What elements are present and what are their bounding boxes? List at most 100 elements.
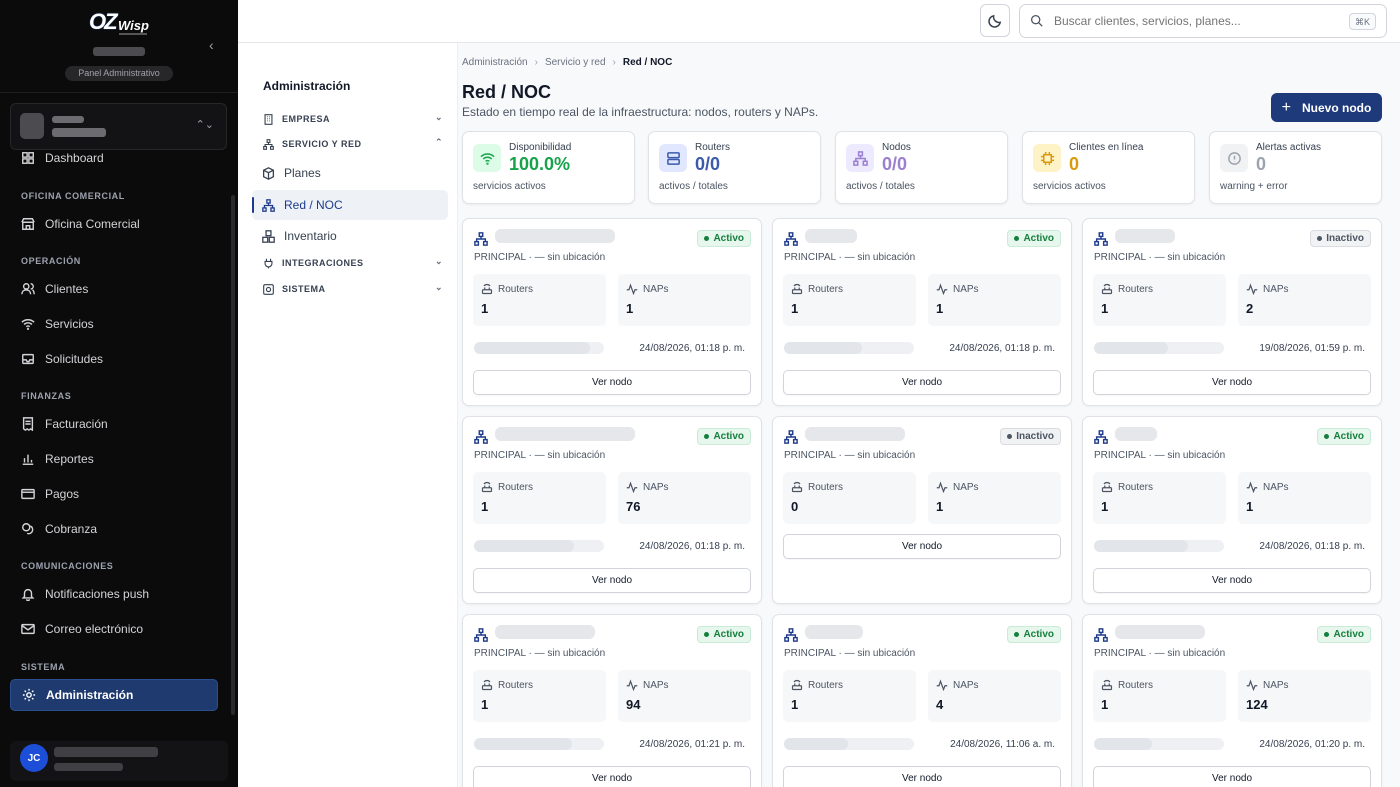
view-node-button[interactable]: Ver nodo <box>783 766 1061 787</box>
sidebar-item-correo[interactable]: Correo electrónico <box>10 613 218 645</box>
naps-count: 76 <box>626 499 641 514</box>
chevron-updown-icon: ⌃⌄ <box>195 119 214 131</box>
network-icon <box>784 628 798 642</box>
node-location: PRINCIPAL · — sin ubicación <box>1094 648 1226 659</box>
bar-chart-icon <box>21 452 35 466</box>
node-name-redacted <box>495 625 595 639</box>
node-location: PRINCIPAL · — sin ubicación <box>474 252 606 263</box>
org-avatar <box>20 113 44 139</box>
breadcrumb-item[interactable]: Servicio y red <box>545 57 606 68</box>
admin-subnav: Administración EMPRESA ⌄ SERVICIO Y RED … <box>238 43 458 787</box>
sidebar-scrollbar[interactable] <box>231 195 235 715</box>
activity-icon <box>936 283 948 295</box>
node-location: PRINCIPAL · — sin ubicación <box>474 648 606 659</box>
node-card: Inactivo PRINCIPAL · — sin ubicación Rou… <box>772 416 1072 604</box>
node-card: Activo PRINCIPAL · — sin ubicación Route… <box>772 218 1072 406</box>
node-card: Activo PRINCIPAL · — sin ubicación Route… <box>1082 416 1382 604</box>
subnav-group-servicio-red[interactable]: SERVICIO Y RED ⌃ <box>263 136 443 152</box>
stat-card: Nodos 0/0 activos / totales <box>835 131 1008 204</box>
sidebar-item-servicios[interactable]: Servicios <box>10 308 218 340</box>
node-location: PRINCIPAL · — sin ubicación <box>784 450 916 461</box>
naps-count: 94 <box>626 697 641 712</box>
status-badge: Activo <box>697 626 751 643</box>
sidebar-item-oficina[interactable]: Oficina Comercial <box>10 208 218 240</box>
view-node-button[interactable]: Ver nodo <box>473 568 751 593</box>
sidebar-item-push[interactable]: Notificaciones push <box>10 578 218 610</box>
network-icon <box>474 232 488 246</box>
sidebar-item-cobranza[interactable]: Cobranza <box>10 513 218 545</box>
node-name-redacted <box>1115 229 1175 243</box>
search-input[interactable] <box>1054 12 1334 30</box>
status-badge: Activo <box>697 230 751 247</box>
building-icon <box>263 113 275 125</box>
subnav-group-sistema[interactable]: SISTEMA ⌄ <box>263 281 443 297</box>
shortcut-hint: ⌘K <box>1348 13 1376 30</box>
sidebar-item-dashboard[interactable]: Dashboard <box>10 142 218 174</box>
new-node-button[interactable]: + Nuevo nodo <box>1271 93 1382 122</box>
view-node-button[interactable]: Ver nodo <box>1093 568 1371 593</box>
wifi-icon <box>473 144 501 172</box>
sidebar-item-administracion[interactable]: Administración <box>10 679 218 711</box>
view-node-button[interactable]: Ver nodo <box>1093 766 1371 787</box>
network-icon <box>474 628 488 642</box>
routers-count: 1 <box>1101 499 1109 514</box>
view-node-button[interactable]: Ver nodo <box>783 370 1061 395</box>
view-node-button[interactable]: Ver nodo <box>473 766 751 787</box>
view-node-button[interactable]: Ver nodo <box>783 534 1061 559</box>
users-icon <box>21 282 35 296</box>
view-node-button[interactable]: Ver nodo <box>1093 370 1371 395</box>
bell-icon <box>21 587 35 601</box>
node-name-redacted <box>495 427 635 441</box>
network-icon <box>262 198 276 212</box>
naps-metric: NAPs 1 <box>928 472 1061 524</box>
naps-count: 1 <box>1246 499 1254 514</box>
routers-metric: Routers 1 <box>783 274 916 326</box>
collapse-sidebar-icon[interactable]: ‹ <box>209 37 223 53</box>
network-icon <box>474 430 488 444</box>
brand-subtitle-redacted <box>93 47 145 56</box>
stat-footnote: servicios activos <box>473 181 546 192</box>
activity-icon <box>1246 481 1258 493</box>
section-comunicaciones: COMUNICACIONES <box>21 561 114 571</box>
view-node-button[interactable]: Ver nodo <box>473 370 751 395</box>
server-icon <box>659 144 687 172</box>
subnav-item-inventario[interactable]: Inventario <box>252 221 448 251</box>
sidebar-item-facturacion[interactable]: Facturación <box>10 408 218 440</box>
router-icon <box>1101 481 1113 493</box>
breadcrumb-current: Red / NOC <box>622 57 673 68</box>
main-content: Administración › Servicio y red › Red / … <box>458 43 1400 787</box>
theme-toggle-button[interactable] <box>980 4 1010 37</box>
breadcrumb-item[interactable]: Administración <box>462 57 528 68</box>
node-info-redacted <box>784 738 914 750</box>
topbar: ⌘K <box>238 0 1400 43</box>
last-updated: 24/08/2026, 01:18 p. m. <box>1259 541 1365 552</box>
subnav-item-planes[interactable]: Planes <box>252 158 448 188</box>
panel-badge: Panel Administrativo <box>65 66 173 81</box>
stat-value: 100.0% <box>509 154 571 174</box>
user-menu[interactable]: JC <box>10 741 228 781</box>
global-search[interactable]: ⌘K <box>1019 4 1387 38</box>
subnav-item-red-noc[interactable]: Red / NOC <box>252 190 448 220</box>
subnav-group-empresa[interactable]: EMPRESA ⌄ <box>263 111 443 127</box>
status-badge: Inactivo <box>1310 230 1371 247</box>
routers-metric: Routers 1 <box>1093 472 1226 524</box>
stat-label: Routers <box>695 142 731 153</box>
sidebar-item-pagos[interactable]: Pagos <box>10 478 218 510</box>
sidebar-item-solicitudes[interactable]: Solicitudes <box>10 343 218 375</box>
package-icon <box>262 166 276 180</box>
naps-count: 1 <box>626 301 634 316</box>
sidebar-item-reportes[interactable]: Reportes <box>10 443 218 475</box>
activity-icon <box>1246 283 1258 295</box>
boxes-icon <box>262 229 276 243</box>
sidebar-item-clientes[interactable]: Clientes <box>10 273 218 305</box>
chevron-down-icon: ⌄ <box>434 256 443 266</box>
stat-label: Alertas activas <box>1256 142 1322 153</box>
section-operacion: OPERACIÓN <box>21 256 81 266</box>
naps-metric: NAPs 94 <box>618 670 751 722</box>
last-updated: 24/08/2026, 01:21 p. m. <box>639 739 745 750</box>
subnav-group-integraciones[interactable]: INTEGRACIONES ⌄ <box>263 255 443 271</box>
naps-count: 124 <box>1246 697 1268 712</box>
page-subtitle: Estado en tiempo real de la infraestruct… <box>462 105 819 119</box>
stat-footnote: warning + error <box>1220 181 1288 192</box>
activity-icon <box>936 481 948 493</box>
